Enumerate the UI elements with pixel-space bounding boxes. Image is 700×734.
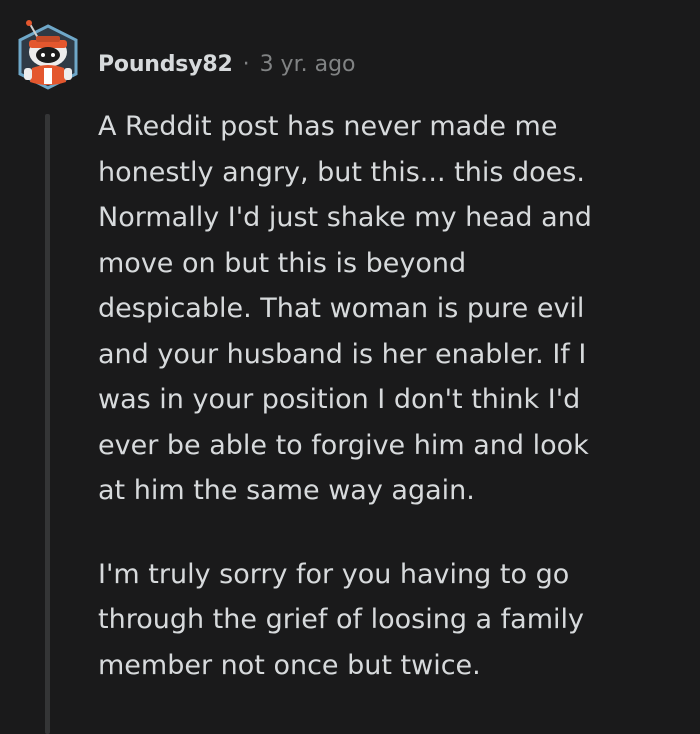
comment-header: Poundsy82 · 3 yr. ago [98,44,356,84]
comment-paragraph: I'm truly sorry for you having to go thr… [98,558,585,681]
meta-separator: · [242,51,250,77]
thread-collapse-line[interactable] [45,114,50,734]
user-avatar[interactable] [16,18,80,94]
comment-paragraph: A Reddit post has never made me honestly… [98,111,592,506]
comment: Poundsy82 · 3 yr. ago A Reddit post has … [0,0,700,734]
comment-timestamp[interactable]: 3 yr. ago [260,52,356,77]
username-link[interactable]: Poundsy82 [98,52,233,77]
snoo-avatar-icon [18,20,78,90]
comment-body: A Reddit post has never made me honestly… [98,104,688,688]
